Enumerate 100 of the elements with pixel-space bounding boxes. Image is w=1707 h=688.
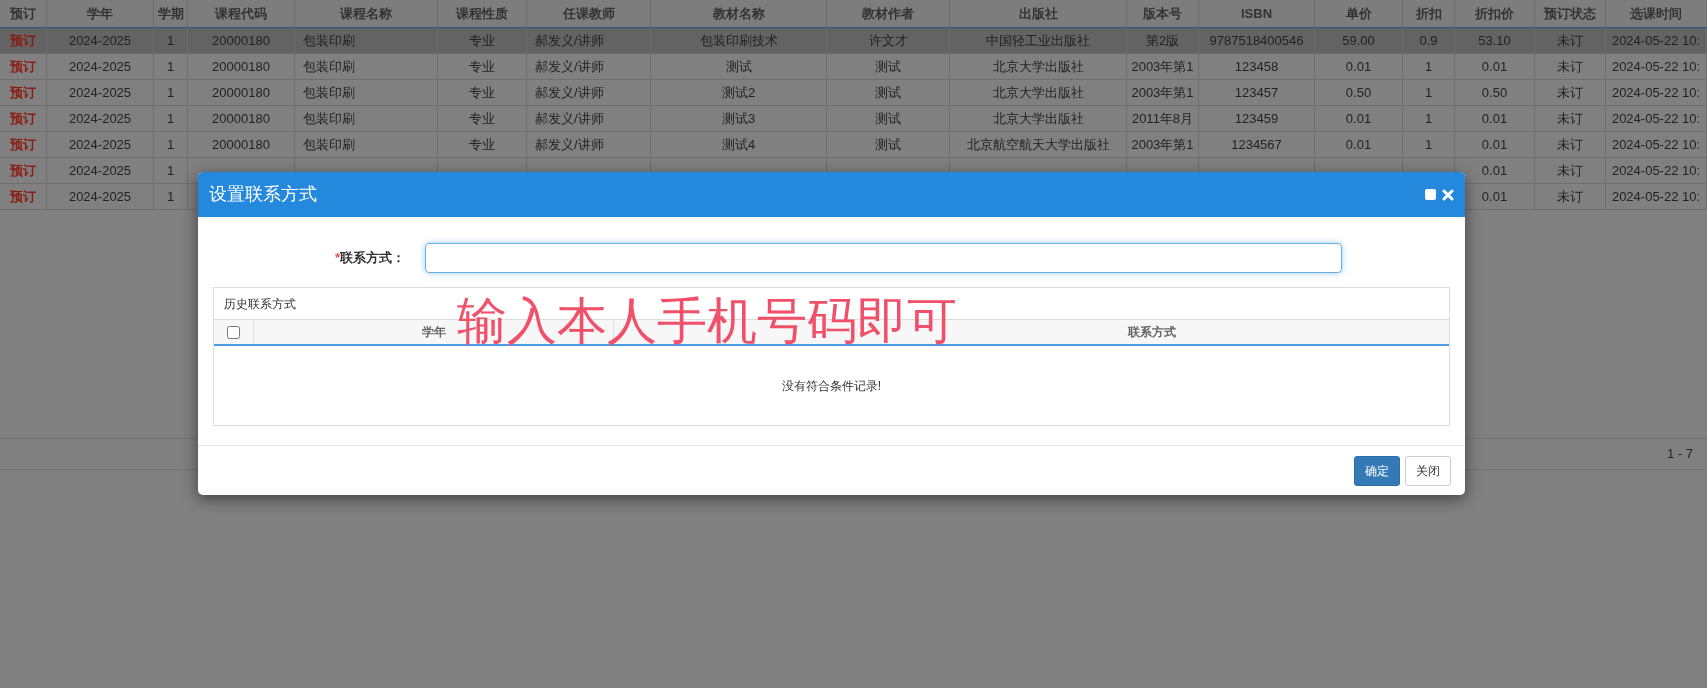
table-cell-text: 1: [166, 109, 175, 128]
table-cell-text: 2024-05-22 10:: [1611, 187, 1701, 206]
table-cell-text: 北京航空航天大学出版社: [966, 135, 1110, 154]
table-cell-text: 0.01: [1481, 109, 1508, 128]
table-cell-text: 2024-05-22 10:: [1611, 161, 1701, 180]
table-cell-text: 包装印刷: [303, 83, 355, 102]
table-cell-text: 测试: [875, 109, 901, 128]
annotation-text: 输入本人手机号码即可: [457, 296, 957, 346]
table-cell-text: 123459: [1234, 109, 1279, 128]
table-cell-text: 1: [166, 161, 175, 180]
column-header: 教材名称: [651, 0, 827, 27]
table-cell-text: 20000180: [212, 83, 270, 102]
table-cell-text: 郝发义/讲师: [535, 57, 604, 76]
table-cell-text: 未订: [1557, 57, 1583, 76]
table-row[interactable]: 预订 2024-2025 1 20000180 包装印刷 专业 郝发义/讲师 测试4 测试 北京航空航天大学出版社 2003年第1 1234567 0.01 1 0.01 未订 2024-05-22 10:: [0, 132, 1707, 158]
table-cell-text: 1: [166, 187, 175, 206]
order-link[interactable]: 预订: [10, 160, 36, 181]
table-cell-text: 0.01: [1345, 109, 1372, 128]
order-link[interactable]: 预订: [10, 108, 36, 129]
column-header: 预订状态: [1535, 0, 1606, 27]
table-cell-text: 0.01: [1345, 57, 1372, 76]
table-cell-text: 包装印刷: [303, 31, 355, 50]
table-cell-text: 0.01: [1481, 57, 1508, 76]
table-cell-text: 包装印刷: [303, 57, 355, 76]
contact-input[interactable]: [425, 243, 1342, 273]
table-cell-text: 9787518400546: [1209, 31, 1304, 50]
column-header: 折扣价: [1455, 0, 1535, 27]
table-row[interactable]: 预订 2024-2025 1 20000180 包装印刷 专业 郝发义/讲师 测试2 测试 北京大学出版社 2003年第1 123457 0.50 1 0.50 未订 2024-05-22 10:: [0, 80, 1707, 106]
table-cell-text: 2024-2025: [68, 83, 132, 102]
select-all-checkbox[interactable]: [227, 325, 240, 339]
table-cell-text: 1: [1424, 135, 1433, 154]
column-header: 教材作者: [827, 0, 950, 27]
table-cell-text: 2024-2025: [68, 31, 132, 50]
table-row[interactable]: 预订 2024-2025 1 20000180 包装印刷 专业 郝发义/讲师 包装印刷技术 许文才 中国轻工业出版社 第2版 9787518400546 59.00 0.9 53.10 未订 2024-05-22 10:: [0, 28, 1707, 54]
table-cell-text: 未订: [1557, 31, 1583, 50]
table-cell-text: 中国轻工业出版社: [986, 31, 1090, 50]
order-link[interactable]: 预订: [10, 56, 36, 77]
table-cell-text: 1: [166, 135, 175, 154]
order-link[interactable]: 预订: [10, 134, 36, 155]
panel-title: 历史联系方式: [224, 295, 296, 313]
table-cell-text: 测试: [875, 83, 901, 102]
table-cell-text: 2024-05-22 10:: [1611, 109, 1701, 128]
pagination-info: 1 - 7: [1667, 445, 1693, 464]
confirm-button[interactable]: 确定: [1354, 455, 1400, 486]
table-cell-text: 包装印刷技术: [699, 31, 778, 50]
table-cell-text: 0.50: [1481, 83, 1508, 102]
column-header: 课程名称: [295, 0, 438, 27]
table-cell-text: 2003年第1: [1131, 83, 1194, 102]
table-cell-text: 郝发义/讲师: [535, 31, 604, 50]
table-cell-text: 0.01: [1481, 161, 1508, 180]
order-link[interactable]: 预订: [10, 186, 36, 207]
column-header: 折扣: [1403, 0, 1455, 27]
column-header: 出版社: [950, 0, 1127, 27]
column-header: 课程代码: [188, 0, 295, 27]
table-cell-text: 测试: [875, 135, 901, 154]
table-cell-text: 2003年第1: [1131, 135, 1194, 154]
table-cell-text: 2024-2025: [68, 57, 132, 76]
table-cell-text: 20000180: [212, 57, 270, 76]
table-cell-text: 郝发义/讲师: [535, 109, 604, 128]
table-cell-text: 未订: [1557, 109, 1583, 128]
table-cell-text: 1: [1424, 83, 1433, 102]
maximize-icon[interactable]: [1425, 189, 1436, 200]
table-cell-text: 123458: [1234, 57, 1279, 76]
table-cell-text: 20000180: [212, 135, 270, 154]
table-cell-text: 1234567: [1231, 135, 1282, 154]
column-header: 联系方式: [1127, 324, 1176, 341]
table-cell-text: 专业: [469, 109, 495, 128]
table-cell-text: 测试2: [721, 83, 756, 102]
table-cell-text: 0.01: [1345, 135, 1372, 154]
table-cell-text: 1: [1424, 109, 1433, 128]
empty-message: 没有符合条件记录!: [781, 377, 882, 395]
table-cell-text: 郝发义/讲师: [535, 83, 604, 102]
table-row[interactable]: 预订 2024-2025 1 20000180 包装印刷 专业 郝发义/讲师 测试3 测试 北京大学出版社 2011年8月 123459 0.01 1 0.01 未订 2024-05-22 10:: [0, 106, 1707, 132]
table-row[interactable]: 预订 2024-2025 1 20000180 包装印刷 专业 郝发义/讲师 测试 测试 北京大学出版社 2003年第1 123458 0.01 1 0.01 未订 2024-05-22 10:: [0, 54, 1707, 80]
column-header: ISBN: [1199, 0, 1315, 27]
table-cell-text: 包装印刷: [303, 109, 355, 128]
close-button[interactable]: 关闭: [1405, 455, 1451, 486]
table-cell-text: 专业: [469, 135, 495, 154]
table-cell-text: 郝发义/讲师: [535, 135, 604, 154]
table-cell-text: 1: [166, 31, 175, 50]
column-header: 学年: [47, 0, 154, 27]
table-cell-text: 未订: [1557, 161, 1583, 180]
table-cell-text: 2024-2025: [68, 161, 132, 180]
table-cell-text: 59.00: [1342, 31, 1375, 50]
column-header: 任课教师: [527, 0, 651, 27]
table-cell-text: 2024-05-22 10:: [1611, 31, 1701, 50]
close-icon[interactable]: [1442, 188, 1454, 201]
table-cell-text: 2024-2025: [68, 187, 132, 206]
table-cell-text: 0.01: [1481, 187, 1508, 206]
table-cell-text: 北京大学出版社: [992, 83, 1084, 102]
table-cell-text: 专业: [469, 57, 495, 76]
table-cell-text: 未订: [1557, 135, 1583, 154]
order-link[interactable]: 预订: [10, 30, 36, 51]
dialog-title: 设置联系方式: [209, 183, 317, 206]
order-link[interactable]: 预订: [10, 82, 36, 103]
table-cell-text: 北京大学出版社: [992, 57, 1084, 76]
table-cell-text: 测试: [725, 57, 752, 76]
table-cell-text: 2011年8月: [1131, 109, 1194, 128]
table-cell-text: 2024-2025: [68, 135, 132, 154]
table-cell-text: 20000180: [212, 31, 270, 50]
